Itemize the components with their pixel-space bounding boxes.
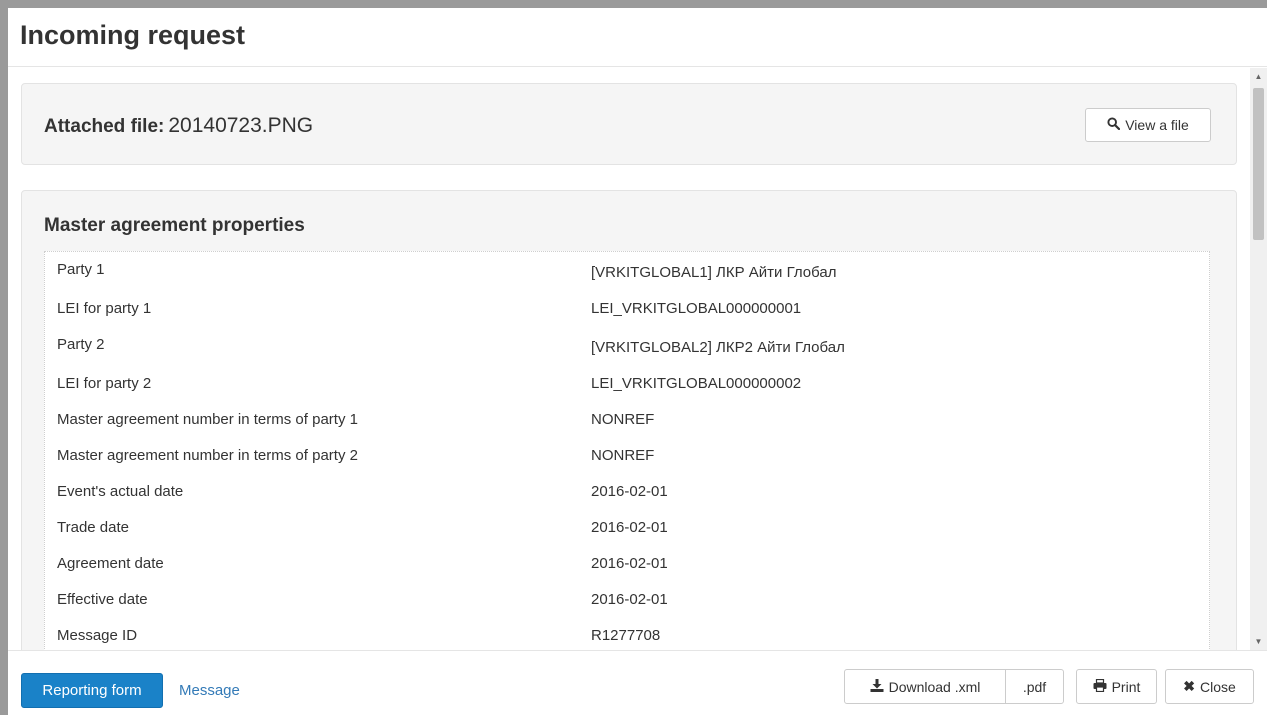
property-label: Party 1: [57, 261, 105, 278]
close-button[interactable]: ✖ Close: [1165, 669, 1254, 704]
table-row: Event's actual date 2016-02-01: [45, 474, 1209, 510]
properties-title: Master agreement properties: [44, 215, 305, 236]
property-value: LEI_VRKITGLOBAL000000002: [591, 375, 802, 392]
scrollbar-thumb[interactable]: [1253, 88, 1264, 240]
download-pdf-label: .pdf: [1022, 678, 1047, 695]
print-button[interactable]: Print: [1076, 669, 1157, 704]
property-value: LEI_VRKITGLOBAL000000001: [591, 300, 802, 317]
property-value: 2016-02-01: [591, 555, 668, 572]
table-row: Party 2 [VRKITGLOBAL2] ЛКР2 Айти Глобал: [45, 327, 1209, 363]
property-value: NONREF: [591, 411, 655, 428]
close-icon: ✖: [1183, 678, 1195, 694]
modal-footer: Reporting form Message Download .xml .pd…: [8, 650, 1267, 715]
property-label: Event's actual date: [57, 483, 184, 500]
property-value: [VRKITGLOBAL1] ЛКР Айти Глобал: [591, 264, 837, 281]
property-value: 2016-02-01: [591, 483, 668, 500]
reporting-form-button[interactable]: Reporting form: [21, 673, 163, 708]
download-xml-label: Download .xml: [888, 678, 981, 695]
property-value: R1277708: [591, 627, 661, 644]
message-link[interactable]: Message: [179, 682, 240, 699]
print-label: Print: [1111, 678, 1141, 695]
table-row: LEI for party 2 LEI_VRKITGLOBAL000000002: [45, 366, 1209, 402]
property-value: [VRKITGLOBAL2] ЛКР2 Айти Глобал: [591, 339, 845, 356]
close-label: Close: [1199, 678, 1236, 695]
attached-file-caption: Attached file:: [44, 116, 165, 137]
property-label: LEI for party 2: [57, 375, 152, 392]
attached-file-name: 20140723.PNG: [168, 114, 314, 137]
attached-file-label: Attached file: 20140723.PNG: [44, 114, 313, 138]
download-button-group: Download .xml .pdf: [844, 669, 1064, 704]
incoming-request-modal: Incoming request Attached file: 20140723.…: [0, 0, 1267, 715]
property-label: Trade date: [57, 519, 129, 536]
property-value: 2016-02-01: [591, 519, 668, 536]
property-label: Message ID: [57, 627, 138, 644]
property-label: LEI for party 1: [57, 300, 152, 317]
scroll-up-arrow-icon[interactable]: ▲: [1250, 68, 1267, 85]
modal-header: Incoming request: [8, 8, 1267, 67]
modal-body[interactable]: Attached file: 20140723.PNG View a file M…: [8, 68, 1267, 650]
download-icon: [870, 678, 884, 695]
table-row: Agreement date 2016-02-01: [45, 546, 1209, 582]
download-xml-button[interactable]: Download .xml: [844, 669, 1006, 704]
property-value: NONREF: [591, 447, 655, 464]
modal-title: Incoming request: [20, 20, 246, 50]
property-value: 2016-02-01: [591, 591, 668, 608]
view-file-label: View a file: [1125, 117, 1189, 133]
master-agreement-panel: Master agreement properties Party 1 [VRK…: [21, 190, 1237, 650]
table-row: Master agreement number in terms of part…: [45, 438, 1209, 474]
table-row: Master agreement number in terms of part…: [45, 402, 1209, 438]
table-row: LEI for party 1 LEI_VRKITGLOBAL000000001: [45, 291, 1209, 327]
view-file-button[interactable]: View a file: [1085, 108, 1211, 142]
property-label: Agreement date: [57, 555, 164, 572]
vertical-scrollbar[interactable]: ▲ ▼: [1250, 68, 1267, 650]
properties-table: Party 1 [VRKITGLOBAL1] ЛКР Айти Глобал L…: [44, 251, 1210, 650]
attached-file-panel: Attached file: 20140723.PNG View a file: [21, 83, 1237, 165]
table-row: Effective date 2016-02-01: [45, 582, 1209, 618]
property-label: Effective date: [57, 591, 148, 608]
property-label: Master agreement number in terms of part…: [57, 447, 358, 464]
table-row: Party 1 [VRKITGLOBAL1] ЛКР Айти Глобал: [45, 252, 1209, 288]
property-label: Master agreement number in terms of part…: [57, 411, 358, 428]
printer-icon: [1093, 678, 1107, 695]
download-pdf-button[interactable]: .pdf: [1005, 669, 1064, 704]
table-row: Message ID R1277708: [45, 618, 1209, 650]
scroll-down-arrow-icon[interactable]: ▼: [1250, 633, 1267, 650]
property-label: Party 2: [57, 336, 105, 353]
table-row: Trade date 2016-02-01: [45, 510, 1209, 546]
search-icon: [1107, 117, 1121, 133]
